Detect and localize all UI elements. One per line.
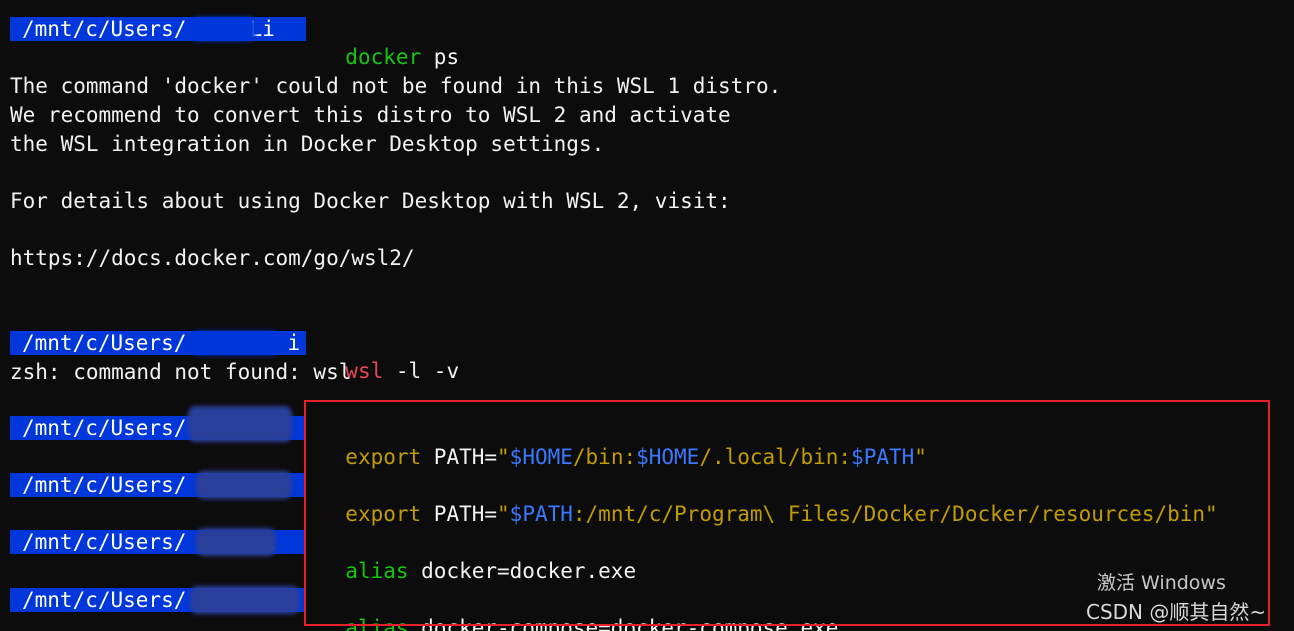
redacted-username [190,586,300,614]
command-line: docker ps [320,15,459,69]
output-line: The command 'docker' could not be found … [10,74,782,98]
output-line: the WSL integration in Docker Desktop se… [10,132,605,156]
command-line: wsl -l -v [320,329,459,383]
redacted-username [190,331,280,355]
output-line: For details about using Docker Desktop w… [10,189,731,213]
error-output: zsh: command not found: wsl [10,360,352,384]
csdn-watermark: CSDN @顺其自然~ [1086,600,1267,624]
redacted-username [196,528,276,556]
redacted-username [196,471,292,499]
redacted-username [188,406,292,442]
command-name: docker [345,45,422,69]
activate-windows-watermark: 激活 Windows [1097,572,1226,594]
output-line: We recommend to convert this distro to W… [10,103,731,127]
docs-link[interactable]: https://docs.docker.com/go/wsl2/ [10,244,415,272]
command-args: ps [421,45,460,69]
command-args: -l -v [383,359,460,383]
redacted-username [190,17,256,41]
prompt-segment: /mnt/c/Users/ Li [10,17,306,41]
